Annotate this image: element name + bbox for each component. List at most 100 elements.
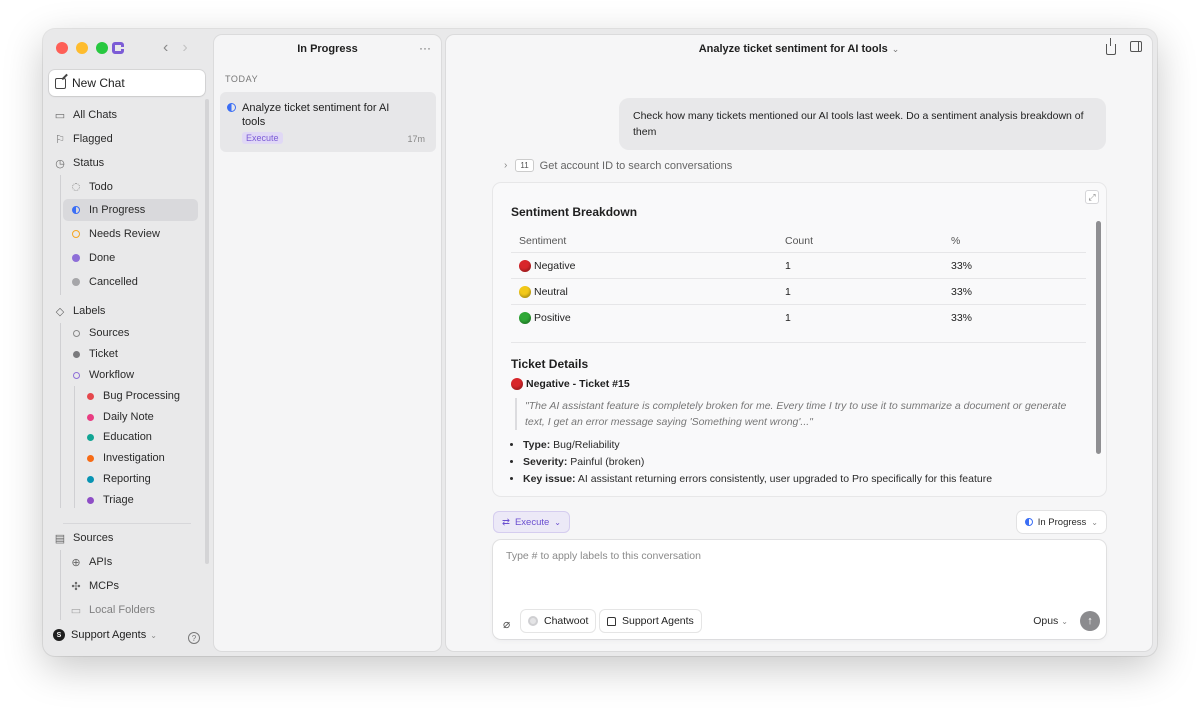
- detail-label: Severity:: [523, 456, 568, 468]
- workspace-switcher[interactable]: S Support Agents ⌄: [53, 629, 157, 641]
- sidebar-item-label: MCPs: [89, 580, 119, 592]
- sidebar-item-label: Needs Review: [89, 228, 160, 240]
- send-button[interactable]: ↑: [1080, 611, 1100, 631]
- sidebar-item-done[interactable]: Done: [67, 247, 197, 269]
- sidebar-item-label: Daily Note: [103, 411, 154, 423]
- details-heading: Ticket Details: [511, 357, 589, 371]
- toggle-panel-icon[interactable]: [1130, 41, 1142, 52]
- chevron-down-icon: ⌄: [1061, 617, 1068, 626]
- sidebar-scrollbar[interactable]: [205, 99, 209, 564]
- sidebar-item-apis[interactable]: ⊕ APIs: [67, 551, 112, 573]
- model-label: Opus: [1033, 615, 1059, 627]
- status-label: In Progress: [1037, 516, 1087, 528]
- bug-processing-dot-icon: [83, 392, 97, 400]
- sidebar-item-label: Sources: [73, 532, 114, 544]
- tool-call-row[interactable]: › 11 Get account ID to search conversati…: [504, 159, 732, 172]
- help-icon[interactable]: ?: [188, 632, 200, 644]
- table-row: Positive 1 33%: [511, 305, 1086, 331]
- sidebar-item-local-folders[interactable]: ▭ Local Folders: [67, 599, 155, 621]
- tool-call-count: 11: [515, 159, 534, 172]
- sidebar-item-label: Cancelled: [89, 276, 138, 288]
- forward-arrow-icon[interactable]: ›: [182, 39, 187, 57]
- model-selector[interactable]: Opus ⌄: [1033, 615, 1068, 627]
- workspace-chip[interactable]: Support Agents: [600, 610, 701, 632]
- percent-cell: 33%: [951, 312, 973, 324]
- sidebar-item-todo[interactable]: Todo: [67, 176, 197, 198]
- conversation-time: 17m: [407, 134, 425, 144]
- tree-line: [60, 550, 61, 620]
- status-selector[interactable]: In Progress ⌄: [1016, 511, 1106, 533]
- paperclip-icon[interactable]: ⌀: [503, 617, 510, 631]
- column-header: Sentiment: [519, 234, 567, 247]
- sidebar-item-cancelled[interactable]: Cancelled: [67, 271, 197, 293]
- count-cell: 1: [785, 312, 791, 324]
- sidebar-item-education[interactable]: Education: [81, 426, 152, 448]
- sentiment-text: Negative: [534, 259, 576, 272]
- source-chip-chatwoot[interactable]: Chatwoot: [521, 610, 596, 632]
- green-circle-icon: [519, 312, 531, 324]
- sidebar-item-reporting[interactable]: Reporting: [81, 468, 151, 490]
- zoom-window-button[interactable]: [96, 42, 108, 54]
- message-input[interactable]: [506, 550, 1086, 562]
- sidebar-item-workflow-label[interactable]: Workflow: [67, 364, 134, 386]
- sidebar-item-mcps[interactable]: ✣ MCPs: [67, 575, 119, 597]
- back-arrow-icon[interactable]: ‹: [163, 39, 168, 57]
- divider: [511, 342, 1086, 343]
- response-scrollbar[interactable]: [1096, 221, 1101, 454]
- sidebar-item-needs-review[interactable]: Needs Review: [67, 223, 197, 245]
- sentiment-cell: Neutral: [519, 285, 785, 298]
- sentiment-cell: Positive: [519, 312, 785, 324]
- plug-icon: ✣: [71, 580, 81, 593]
- tree-line: [60, 175, 61, 295]
- sidebar-item-labels[interactable]: ◇ Labels: [53, 300, 106, 322]
- user-message: Check how many tickets mentioned our AI …: [619, 98, 1106, 150]
- sidebar-item-label: Reporting: [103, 473, 151, 485]
- toolbar: [1106, 38, 1142, 55]
- sidebar-item-sources-label[interactable]: Sources: [67, 322, 129, 344]
- share-icon[interactable]: [1106, 38, 1116, 55]
- sidebar-item-label: Investigation: [103, 452, 165, 464]
- table-header: Sentiment Count %: [511, 229, 1086, 253]
- app-window: ‹ › New Chat ▭ All Chats ⚐ Flagged ◷ Sta…: [43, 29, 1157, 656]
- done-check-icon: [69, 254, 83, 262]
- flag-icon: ⚐: [55, 133, 65, 146]
- sidebar-item-status[interactable]: ◷ Status: [53, 152, 104, 174]
- sidebar-item-flagged[interactable]: ⚐ Flagged: [53, 128, 113, 150]
- minimize-window-button[interactable]: [76, 42, 88, 54]
- tree-line: [74, 386, 75, 508]
- conversation-list-item[interactable]: Analyze ticket sentiment for AI tools Ex…: [220, 92, 436, 152]
- assistant-response-card: ⤢ Sentiment Breakdown Sentiment Count % …: [493, 183, 1106, 496]
- source-chip-label: Chatwoot: [544, 615, 589, 627]
- red-circle-icon: [511, 378, 523, 390]
- app-logo-icon: [112, 42, 124, 54]
- breakdown-heading: Sentiment Breakdown: [511, 205, 638, 219]
- sidebar-item-label: Sources: [89, 327, 130, 339]
- sidebar-item-label: Education: [103, 431, 152, 443]
- sidebar-item-bug-processing[interactable]: Bug Processing: [81, 385, 180, 407]
- status-icon: ◷: [55, 157, 65, 170]
- chat-title[interactable]: Analyze ticket sentiment for AI tools ⌄: [446, 43, 1152, 55]
- needs-review-icon: [69, 230, 83, 238]
- ticket-heading-text: Negative - Ticket #15: [526, 378, 630, 390]
- chatwoot-icon: [528, 616, 538, 626]
- mode-selector[interactable]: ⇄ Execute ⌄: [493, 511, 570, 533]
- sidebar-item-in-progress[interactable]: In Progress: [63, 199, 198, 221]
- close-window-button[interactable]: [56, 42, 68, 54]
- sidebar-item-label: Bug Processing: [103, 390, 181, 402]
- sidebar-item-all-chats[interactable]: ▭ All Chats: [53, 104, 117, 126]
- expand-icon[interactable]: ⤢: [1085, 190, 1099, 204]
- sidebar-item-label: APIs: [89, 556, 113, 568]
- sidebar-item-daily-note[interactable]: Daily Note: [81, 406, 154, 428]
- list-item: Key issue: AI assistant returning errors…: [523, 471, 992, 488]
- sidebar-item-investigation[interactable]: Investigation: [81, 447, 165, 469]
- mode-badge: Execute: [242, 132, 283, 144]
- sidebar-item-label: Workflow: [89, 369, 135, 381]
- more-options-icon[interactable]: ···: [419, 41, 431, 55]
- sidebar-item-triage[interactable]: Triage: [81, 489, 134, 511]
- sidebar-item-label: Local Folders: [89, 604, 156, 616]
- chat-main-panel: Analyze ticket sentiment for AI tools ⌄ C…: [446, 35, 1152, 651]
- sidebar-item-ticket-label[interactable]: Ticket: [67, 343, 118, 365]
- new-chat-button[interactable]: New Chat: [49, 70, 205, 96]
- sidebar-item-sources[interactable]: ▤ Sources: [53, 527, 114, 549]
- chevron-right-icon: ›: [504, 160, 508, 171]
